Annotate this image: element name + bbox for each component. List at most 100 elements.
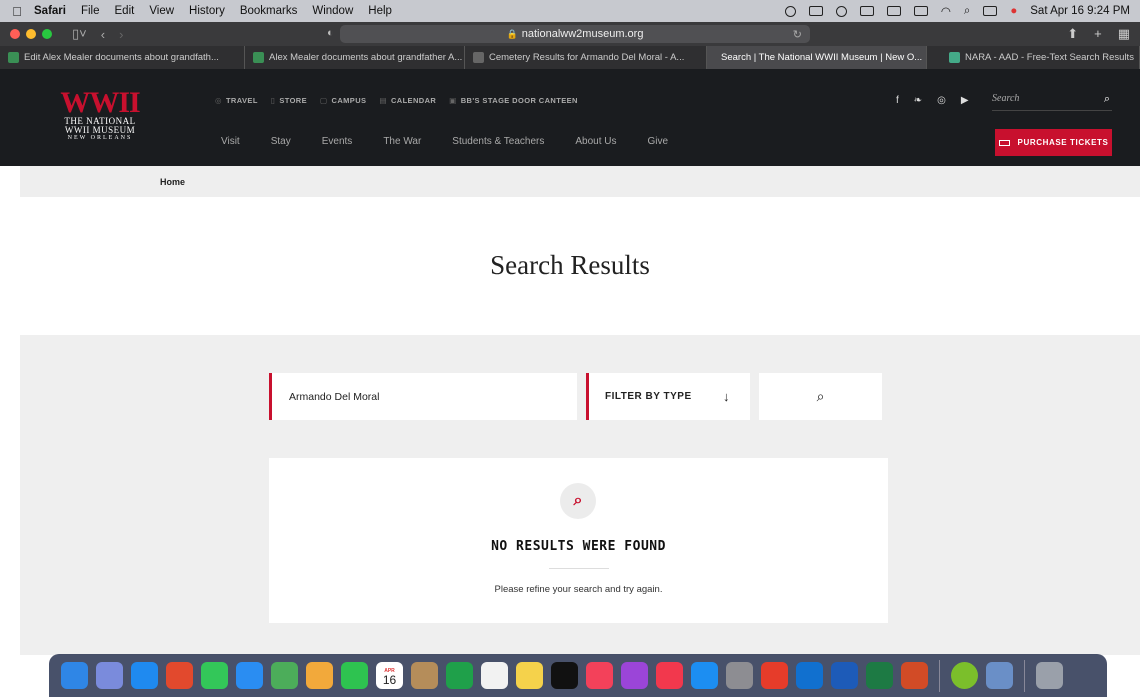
menu-edit[interactable]: Edit — [115, 5, 135, 17]
forward-icon[interactable]: › — [119, 27, 123, 42]
nav-give[interactable]: Give — [648, 136, 669, 147]
spotlight-search-icon[interactable]: ⌕ — [964, 5, 970, 18]
tab-title: Cemetery Results for Armando Del Moral -… — [489, 52, 685, 63]
menu-app-safari[interactable]: Safari — [34, 5, 66, 17]
site-header: WWII THE NATIONAL WWII MUSEUM NEW ORLEAN… — [0, 69, 1140, 166]
tab-title: Alex Mealer documents about grandfather … — [269, 52, 463, 63]
launchpad-icon[interactable] — [96, 662, 123, 689]
facetime-icon[interactable] — [341, 662, 368, 689]
finder-icon[interactable] — [61, 662, 88, 689]
apple-icon[interactable]:  — [0, 4, 34, 19]
nav-about-us[interactable]: About Us — [575, 136, 616, 147]
utility-canteen[interactable]: ▣ BB'S STAGE DOOR CANTEEN — [449, 96, 578, 105]
podcasts-icon[interactable] — [621, 662, 648, 689]
reminders-icon[interactable] — [481, 662, 508, 689]
minimize-window-button[interactable] — [26, 29, 36, 39]
utility-nav: ◎ TRAVEL ▯ STORE ▢ CAMPUS ▤ CALENDAR ▣ BB'S S… — [215, 96, 578, 105]
pdf-app-icon[interactable] — [761, 662, 788, 689]
messages-icon[interactable] — [201, 662, 228, 689]
menubar-datetime[interactable]: Sat Apr 16 9:24 PM — [1030, 5, 1130, 17]
battery-icon[interactable] — [913, 6, 928, 16]
breadcrumb-home[interactable]: Home — [160, 177, 185, 187]
twitter-icon[interactable]: ❧ — [914, 95, 922, 106]
purchase-tickets-button[interactable]: PURCHASE TICKETS — [995, 129, 1112, 156]
status-record-icon[interactable] — [784, 5, 796, 17]
share-icon[interactable]: ⬆ — [1067, 26, 1078, 42]
instagram-icon[interactable]: ◎ — [937, 95, 946, 106]
mail-icon[interactable] — [236, 662, 263, 689]
maps-icon[interactable] — [271, 662, 298, 689]
utility-store[interactable]: ▯ STORE — [271, 96, 307, 105]
tab-5[interactable]: NARA - AAD - Free-Text Search Results — [927, 46, 1140, 69]
tv-icon[interactable] — [551, 662, 578, 689]
menu-view[interactable]: View — [149, 5, 174, 17]
nav-students-teachers[interactable]: Students & Teachers — [452, 136, 544, 147]
dock-separator — [1024, 659, 1025, 692]
photos-icon[interactable] — [306, 662, 333, 689]
notes-icon[interactable] — [516, 662, 543, 689]
tab-title: NARA - AAD - Free-Text Search Results — [965, 52, 1134, 63]
search-submit-button[interactable]: ⌕ — [759, 373, 882, 420]
reload-icon[interactable]: ↻ — [793, 28, 802, 41]
powerpoint-icon[interactable] — [901, 662, 928, 689]
nav-events[interactable]: Events — [322, 136, 353, 147]
facebook-icon[interactable]: f — [896, 95, 899, 106]
nav-stay[interactable]: Stay — [271, 136, 291, 147]
calendar-icon[interactable]: APR 16 — [376, 662, 403, 689]
trash-icon[interactable] — [1036, 662, 1063, 689]
new-tab-icon[interactable]: + — [1094, 26, 1102, 42]
close-window-button[interactable] — [10, 29, 20, 39]
wyzant-icon[interactable] — [951, 662, 978, 689]
tab-1[interactable]: Edit Alex Mealer documents about grandfa… — [0, 46, 245, 69]
outlook-icon[interactable] — [796, 662, 823, 689]
menu-bookmarks[interactable]: Bookmarks — [240, 5, 298, 17]
logo-roman: II — [118, 86, 140, 119]
utility-calendar[interactable]: ▤ CALENDAR — [379, 96, 436, 105]
chrome-icon[interactable] — [166, 662, 193, 689]
preview-icon[interactable] — [986, 662, 1013, 689]
search-icon[interactable]: ⌕ — [1104, 93, 1110, 106]
nav-visit[interactable]: Visit — [221, 136, 240, 147]
wifi-icon[interactable]: ◠ — [941, 4, 951, 18]
contacts-icon[interactable] — [411, 662, 438, 689]
tab-3[interactable]: Cemetery Results for Armando Del Moral -… — [465, 46, 707, 69]
numbers-icon[interactable] — [446, 662, 473, 689]
url-text: nationalww2museum.org — [521, 28, 644, 40]
macos-menubar:  Safari File Edit View History Bookmark… — [0, 0, 1140, 22]
status-app-icon[interactable] — [808, 6, 823, 16]
word-icon[interactable] — [831, 662, 858, 689]
control-center-icon[interactable] — [983, 6, 998, 16]
tab-2[interactable]: Alex Mealer documents about grandfather … — [245, 46, 465, 69]
zoom-window-button[interactable] — [42, 29, 52, 39]
status-window-icon[interactable] — [859, 6, 874, 16]
lock-icon: 🔒 — [506, 28, 518, 39]
status-sync-icon[interactable] — [835, 5, 847, 17]
arrow-down-icon: ↓ — [723, 389, 730, 404]
menu-file[interactable]: File — [81, 5, 100, 17]
app-store-icon[interactable] — [691, 662, 718, 689]
safari-icon[interactable] — [131, 662, 158, 689]
siri-icon[interactable]: ● — [1010, 5, 1017, 17]
menu-history[interactable]: History — [189, 5, 225, 17]
excel-icon[interactable] — [866, 662, 893, 689]
header-search-input[interactable]: Search ⌕ — [992, 93, 1112, 111]
system-preferences-icon[interactable] — [726, 662, 753, 689]
filter-by-type-dropdown[interactable]: FILTER BY TYPE ↓ — [586, 373, 750, 420]
utility-campus[interactable]: ▢ CAMPUS — [320, 96, 366, 105]
nav-the-war[interactable]: The War — [383, 136, 421, 147]
status-display-icon[interactable] — [886, 6, 901, 16]
menu-help[interactable]: Help — [368, 5, 392, 17]
youtube-icon[interactable]: ▶ — [961, 95, 969, 106]
utility-travel[interactable]: ◎ TRAVEL — [215, 96, 258, 105]
privacy-shield-icon[interactable]: ◐ — [327, 27, 334, 39]
address-bar[interactable]: 🔒 nationalww2museum.org ↻ — [340, 25, 810, 43]
search-input[interactable]: Armando Del Moral — [269, 373, 577, 420]
tab-4-active[interactable]: Search | The National WWII Museum | New … — [707, 46, 927, 69]
news-icon[interactable] — [656, 662, 683, 689]
menu-window[interactable]: Window — [312, 5, 353, 17]
museum-logo[interactable]: WWII THE NATIONAL WWII MUSEUM NEW ORLEAN… — [53, 86, 147, 142]
back-icon[interactable]: ‹ — [101, 27, 105, 42]
tab-overview-icon[interactable]: ▦ — [1118, 26, 1130, 42]
music-icon[interactable] — [586, 662, 613, 689]
sidebar-toggle-icon[interactable]: ▯˅ — [72, 26, 87, 42]
